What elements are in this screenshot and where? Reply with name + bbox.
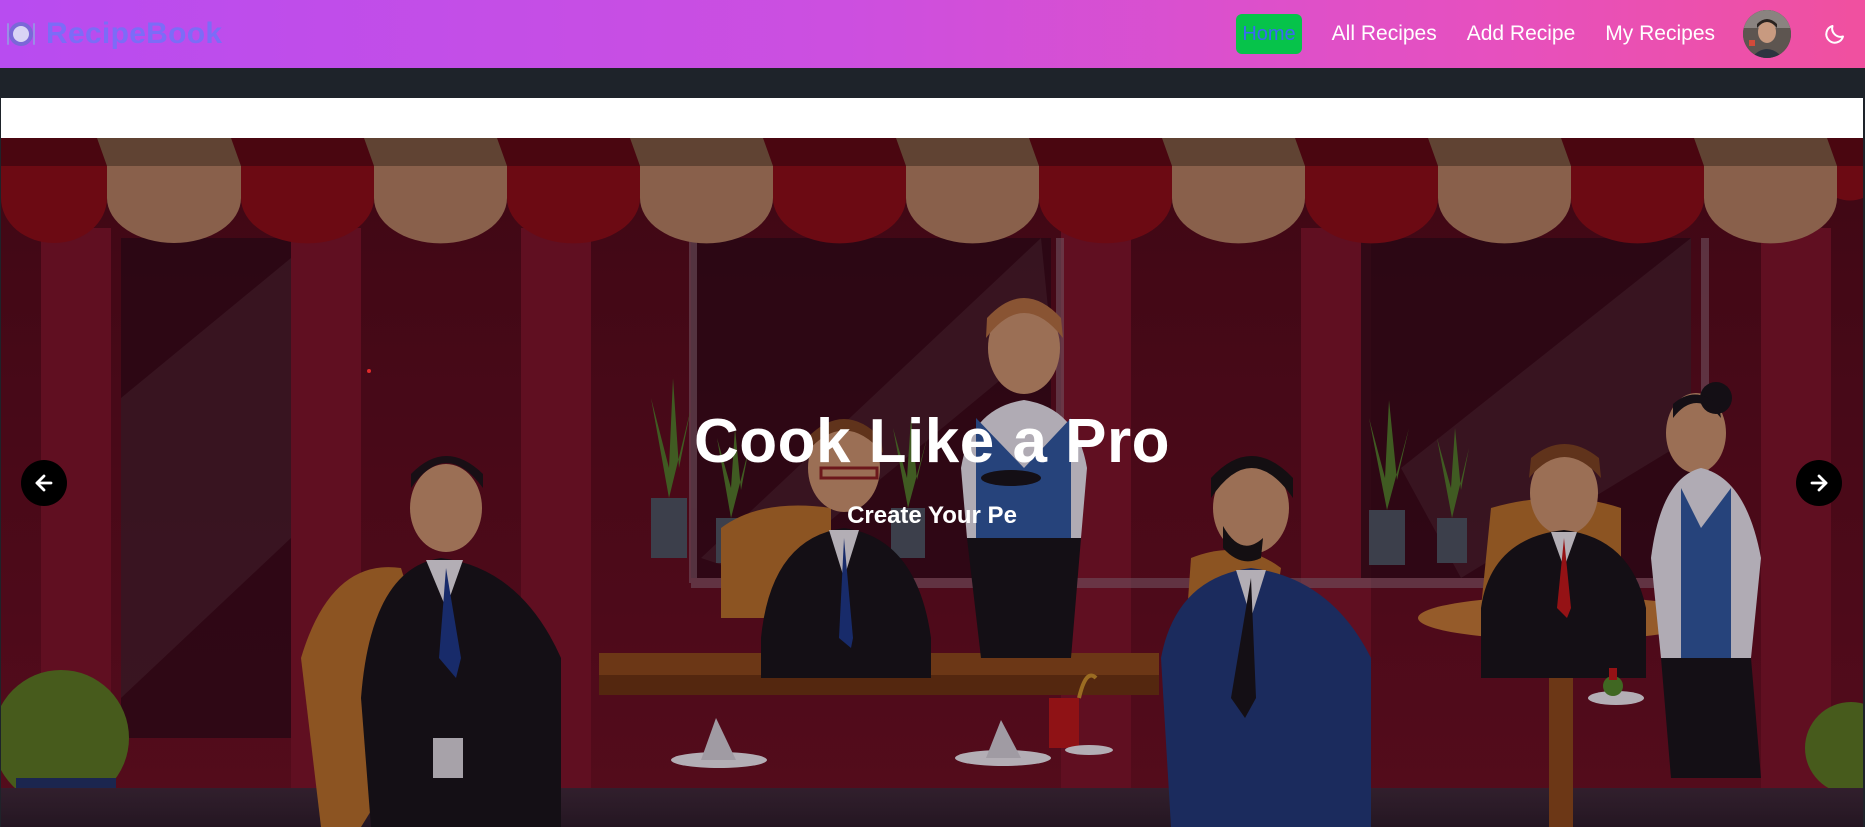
navbar-spacer bbox=[0, 68, 1865, 98]
nav-my-recipes-link[interactable]: My Recipes bbox=[1605, 22, 1715, 46]
arrow-right-icon bbox=[1810, 474, 1828, 492]
hero-title: Cook Like a Pro bbox=[693, 407, 1171, 476]
hero-carousel: Cook Like a Pro Create Your Pe bbox=[1, 138, 1863, 827]
carousel-prev-button[interactable] bbox=[21, 460, 67, 506]
carousel-next-button[interactable] bbox=[1796, 460, 1842, 506]
nav-add-recipe-link[interactable]: Add Recipe bbox=[1467, 22, 1576, 46]
moon-icon[interactable] bbox=[1819, 18, 1851, 50]
nav-home-link[interactable]: Home bbox=[1236, 14, 1302, 54]
nav-links: Home All Recipes Add Recipe My Recipes bbox=[1236, 0, 1851, 68]
hero-subtitle: Create Your Pe bbox=[847, 502, 1017, 529]
banner-top-bar bbox=[1, 98, 1863, 138]
hero-overlay bbox=[1, 138, 1863, 827]
user-avatar[interactable] bbox=[1743, 10, 1791, 58]
plate-icon bbox=[6, 19, 36, 49]
brand[interactable]: RecipeBook bbox=[6, 17, 222, 51]
navbar: RecipeBook Home All Recipes Add Recipe M… bbox=[0, 0, 1865, 68]
nav-all-recipes-link[interactable]: All Recipes bbox=[1332, 22, 1437, 46]
cursor-dot bbox=[367, 369, 371, 373]
brand-name: RecipeBook bbox=[46, 17, 223, 50]
arrow-left-icon bbox=[35, 474, 53, 492]
